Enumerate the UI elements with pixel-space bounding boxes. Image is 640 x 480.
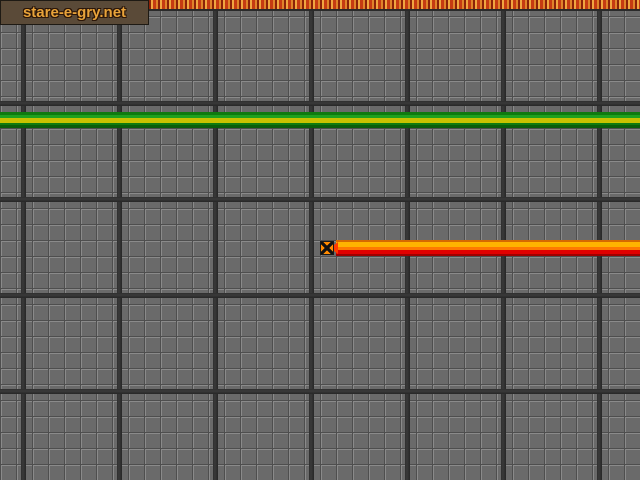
light-cycle-icon [320,241,334,255]
game-field[interactable] [0,0,640,480]
green-light-trail [0,112,640,128]
grid-line-horizontal [0,101,640,106]
red-light-trail [336,240,640,256]
grid-line-vertical [21,10,26,480]
grid-line-horizontal [0,389,640,394]
watermark-text: stare-e-gry.net [22,4,127,21]
site-watermark: stare-e-gry.net [0,0,149,25]
grid-line-vertical [117,10,122,480]
grid-line-vertical [309,10,314,480]
grid-line-horizontal [0,293,640,298]
grid-line-vertical [213,10,218,480]
grid-line-horizontal [0,197,640,202]
